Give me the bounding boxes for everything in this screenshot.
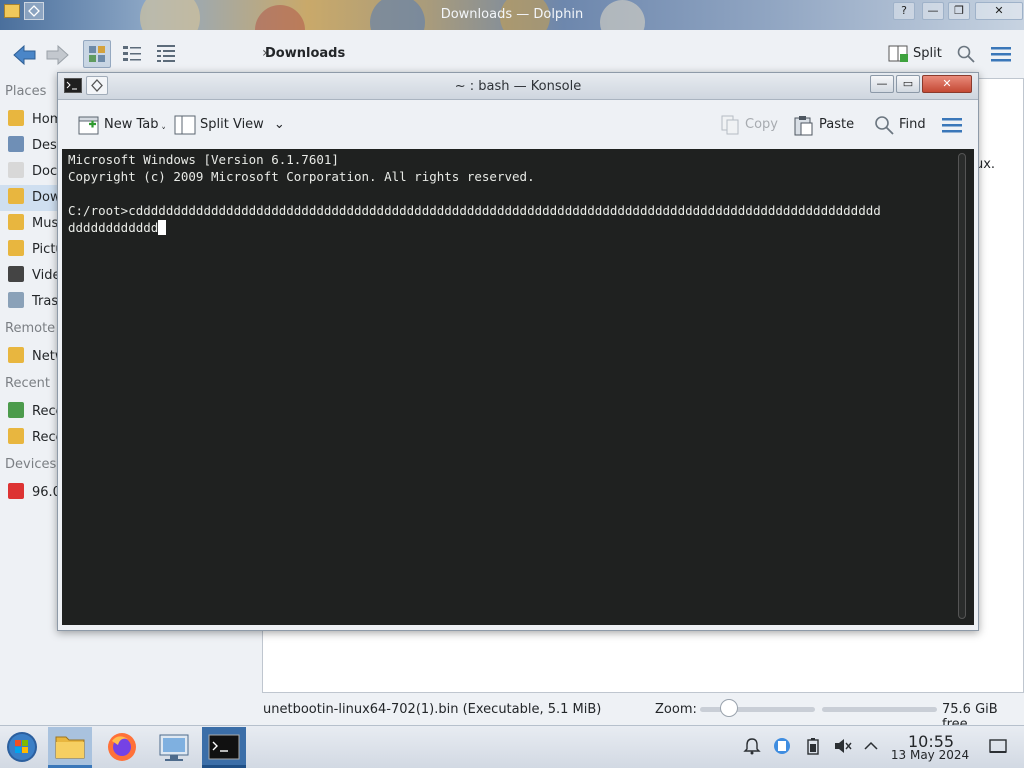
sidebar-section-header: Remote xyxy=(5,321,56,336)
window-menu-button[interactable] xyxy=(24,2,44,20)
sidebar-item[interactable]: Home xyxy=(0,107,62,133)
terminal-line: Microsoft Windows [Version 6.1.7601] xyxy=(68,152,339,167)
videos-folder-icon xyxy=(8,266,24,282)
system-settings-task[interactable] xyxy=(152,727,196,768)
split-view-icon xyxy=(174,114,196,136)
find-label: Find xyxy=(899,117,926,132)
clock-date[interactable]: 13 May 2024 xyxy=(890,748,970,762)
terminal-scrollbar[interactable] xyxy=(958,153,966,619)
notifications-icon[interactable] xyxy=(742,736,762,756)
sidebar-item[interactable]: Recent Locations xyxy=(0,425,62,451)
network-folder-icon xyxy=(8,347,24,363)
places-sidebar: Places HomeDesktopDocumentsDownloadsMusic… xyxy=(0,80,62,700)
status-text: unetbootin-linux64-702(1).bin (Executabl… xyxy=(263,702,602,717)
sidebar-item[interactable]: Downloads xyxy=(0,185,62,211)
chevron-down-icon[interactable]: ⌄ xyxy=(274,117,285,132)
search-icon[interactable] xyxy=(956,44,976,64)
paste-button[interactable]: Paste xyxy=(793,113,854,137)
start-menu-button[interactable] xyxy=(0,727,44,768)
zoom-label: Zoom: xyxy=(655,702,697,717)
paste-label: Paste xyxy=(819,117,855,132)
split-icon[interactable] xyxy=(888,44,910,64)
close-button[interactable]: ✕ xyxy=(975,2,1023,20)
split-button[interactable]: Split xyxy=(913,46,942,61)
find-button[interactable]: Find xyxy=(873,113,926,137)
tray-expand-icon[interactable] xyxy=(861,736,881,756)
sidebar-item[interactable]: Network xyxy=(0,344,62,370)
sidebar-item[interactable]: 96.0 xyxy=(0,480,62,506)
icons-view-button[interactable] xyxy=(83,40,111,68)
zoom-slider[interactable] xyxy=(700,707,815,712)
new-tab-label: New Tab xyxy=(104,117,159,132)
new-tab-button[interactable]: New Tab ˅ xyxy=(78,113,166,137)
terminal-line: Copyright (c) 2009 Microsoft Corporation… xyxy=(68,169,535,184)
search-icon xyxy=(873,114,895,136)
copy-button[interactable]: Copy xyxy=(719,113,778,137)
sidebar-item[interactable]: Videos xyxy=(0,263,62,289)
sidebar-item[interactable]: Documents xyxy=(0,159,62,185)
details-view-button[interactable] xyxy=(154,42,178,66)
terminal-display[interactable]: Microsoft Windows [Version 6.1.7601] Cop… xyxy=(62,149,974,625)
split-view-button[interactable]: Split View ⌄ xyxy=(174,113,285,137)
volume-muted-icon[interactable] xyxy=(832,736,852,756)
hamburger-menu-icon[interactable] xyxy=(990,45,1012,63)
home-folder-icon xyxy=(8,110,24,126)
clipboard-icon[interactable] xyxy=(772,736,792,756)
firefox-task[interactable] xyxy=(100,727,144,768)
konsole-window: ~ : bash — Konsole — ▭ ✕ New Tab ˅ Split… xyxy=(57,72,979,631)
battery-icon[interactable] xyxy=(803,736,823,756)
sidebar-section-header: Devices xyxy=(5,457,57,472)
copy-icon xyxy=(719,114,741,136)
drive-icon xyxy=(8,483,24,499)
pictures-folder-icon xyxy=(8,240,24,256)
sidebar-section-header: Recent xyxy=(5,376,50,391)
terminal-cursor xyxy=(158,220,167,235)
recent-files-icon xyxy=(8,402,24,418)
file-manager-task[interactable] xyxy=(48,727,92,768)
maximize-button[interactable]: ❐ xyxy=(948,2,970,20)
music-folder-icon xyxy=(8,214,24,230)
help-button[interactable]: ? xyxy=(893,2,915,20)
zoom-slider-handle[interactable] xyxy=(719,699,738,717)
konsole-toolbar: New Tab ˅ Split View ⌄ Copy Paste Find xyxy=(58,100,978,148)
maximize-button[interactable]: ▭ xyxy=(896,75,920,93)
konsole-task[interactable] xyxy=(202,727,246,768)
window-title: Downloads — Dolphin xyxy=(440,7,584,22)
desktop-icon xyxy=(8,136,24,152)
recent-locations-icon xyxy=(8,428,24,444)
sidebar-item[interactable]: Desktop xyxy=(0,133,62,159)
forward-icon[interactable] xyxy=(44,42,72,68)
free-space-bar xyxy=(822,707,937,712)
dolphin-titlebar[interactable]: Downloads — Dolphin ? — ❐ ✕ xyxy=(0,0,1024,30)
folder-icon xyxy=(4,4,20,18)
back-icon[interactable] xyxy=(10,42,38,68)
sidebar-item[interactable]: Recent Files xyxy=(0,399,62,425)
sidebar-item[interactable]: Pictures xyxy=(0,237,62,263)
terminal-line: C:/root>cddddddddddddddddddddddddddddddd… xyxy=(68,203,881,218)
compact-view-button[interactable] xyxy=(120,42,144,66)
hamburger-menu-icon[interactable] xyxy=(942,117,962,133)
sidebar-item[interactable]: Trash xyxy=(0,289,62,315)
documents-icon xyxy=(8,162,24,178)
split-view-label: Split View xyxy=(200,117,264,132)
new-tab-icon xyxy=(78,114,100,136)
sidebar-item[interactable]: Music xyxy=(0,211,62,237)
downloads-folder-icon xyxy=(8,188,24,204)
taskbar: 10:55 13 May 2024 xyxy=(0,725,1024,768)
close-button[interactable]: ✕ xyxy=(922,75,972,93)
breadcrumb[interactable]: Downloads xyxy=(265,46,345,61)
copy-label: Copy xyxy=(745,117,778,132)
window-title: ~ : bash — Konsole xyxy=(454,79,582,94)
sidebar-section-header: Places xyxy=(5,84,47,99)
show-desktop-icon[interactable] xyxy=(988,736,1008,756)
terminal-line: dddddddddddd xyxy=(68,220,159,235)
minimize-button[interactable]: — xyxy=(870,75,894,93)
minimize-button[interactable]: — xyxy=(922,2,944,20)
terminal-output: Microsoft Windows [Version 6.1.7601] Cop… xyxy=(68,151,881,236)
paste-icon xyxy=(793,114,815,136)
trash-icon xyxy=(8,292,24,308)
konsole-titlebar[interactable]: ~ : bash — Konsole — ▭ ✕ xyxy=(58,73,978,100)
